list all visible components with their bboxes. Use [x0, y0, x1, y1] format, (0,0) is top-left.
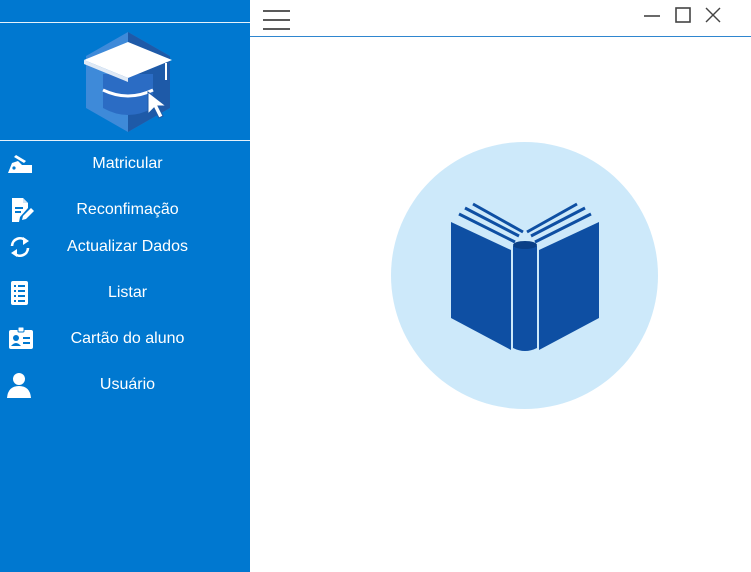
- sidebar-logo-divider: [0, 140, 250, 141]
- sidebar-item-matricular[interactable]: Matricular: [0, 149, 250, 179]
- app-logo-icon: [78, 30, 178, 134]
- sidebar-item-listar[interactable]: Listar: [0, 278, 250, 308]
- sidebar-top-divider: [0, 22, 250, 23]
- sidebar-item-label: Listar: [107, 284, 148, 301]
- main-content: [250, 37, 751, 572]
- sidebar-item-label: Usuário: [99, 376, 156, 393]
- sidebar-item-actualizar-dados[interactable]: Actualizar Dados: [0, 232, 250, 262]
- sidebar-item-reconfimacao[interactable]: Reconfimação: [0, 195, 250, 225]
- sidebar-item-label: Reconfimação: [76, 201, 179, 218]
- app-window: Matricular Reconfimação Actualizar Dados…: [0, 0, 751, 572]
- hero-circle: [391, 142, 658, 409]
- sidebar-item-usuario[interactable]: Usuário: [0, 370, 250, 400]
- minimize-icon[interactable]: [640, 4, 664, 28]
- sidebar-item-label: Matricular: [92, 155, 163, 172]
- open-book-icon: [449, 202, 601, 352]
- titlebar: [250, 0, 751, 37]
- maximize-icon[interactable]: [671, 4, 695, 28]
- close-icon[interactable]: [701, 4, 725, 28]
- sidebar: Matricular Reconfimação Actualizar Dados…: [0, 0, 250, 572]
- sidebar-item-label: Actualizar Dados: [67, 238, 188, 255]
- hamburger-menu-icon[interactable]: [263, 8, 291, 32]
- sidebar-item-label: Cartão do aluno: [70, 330, 185, 347]
- sidebar-item-cartao-do-aluno[interactable]: Cartão do aluno: [0, 324, 250, 354]
